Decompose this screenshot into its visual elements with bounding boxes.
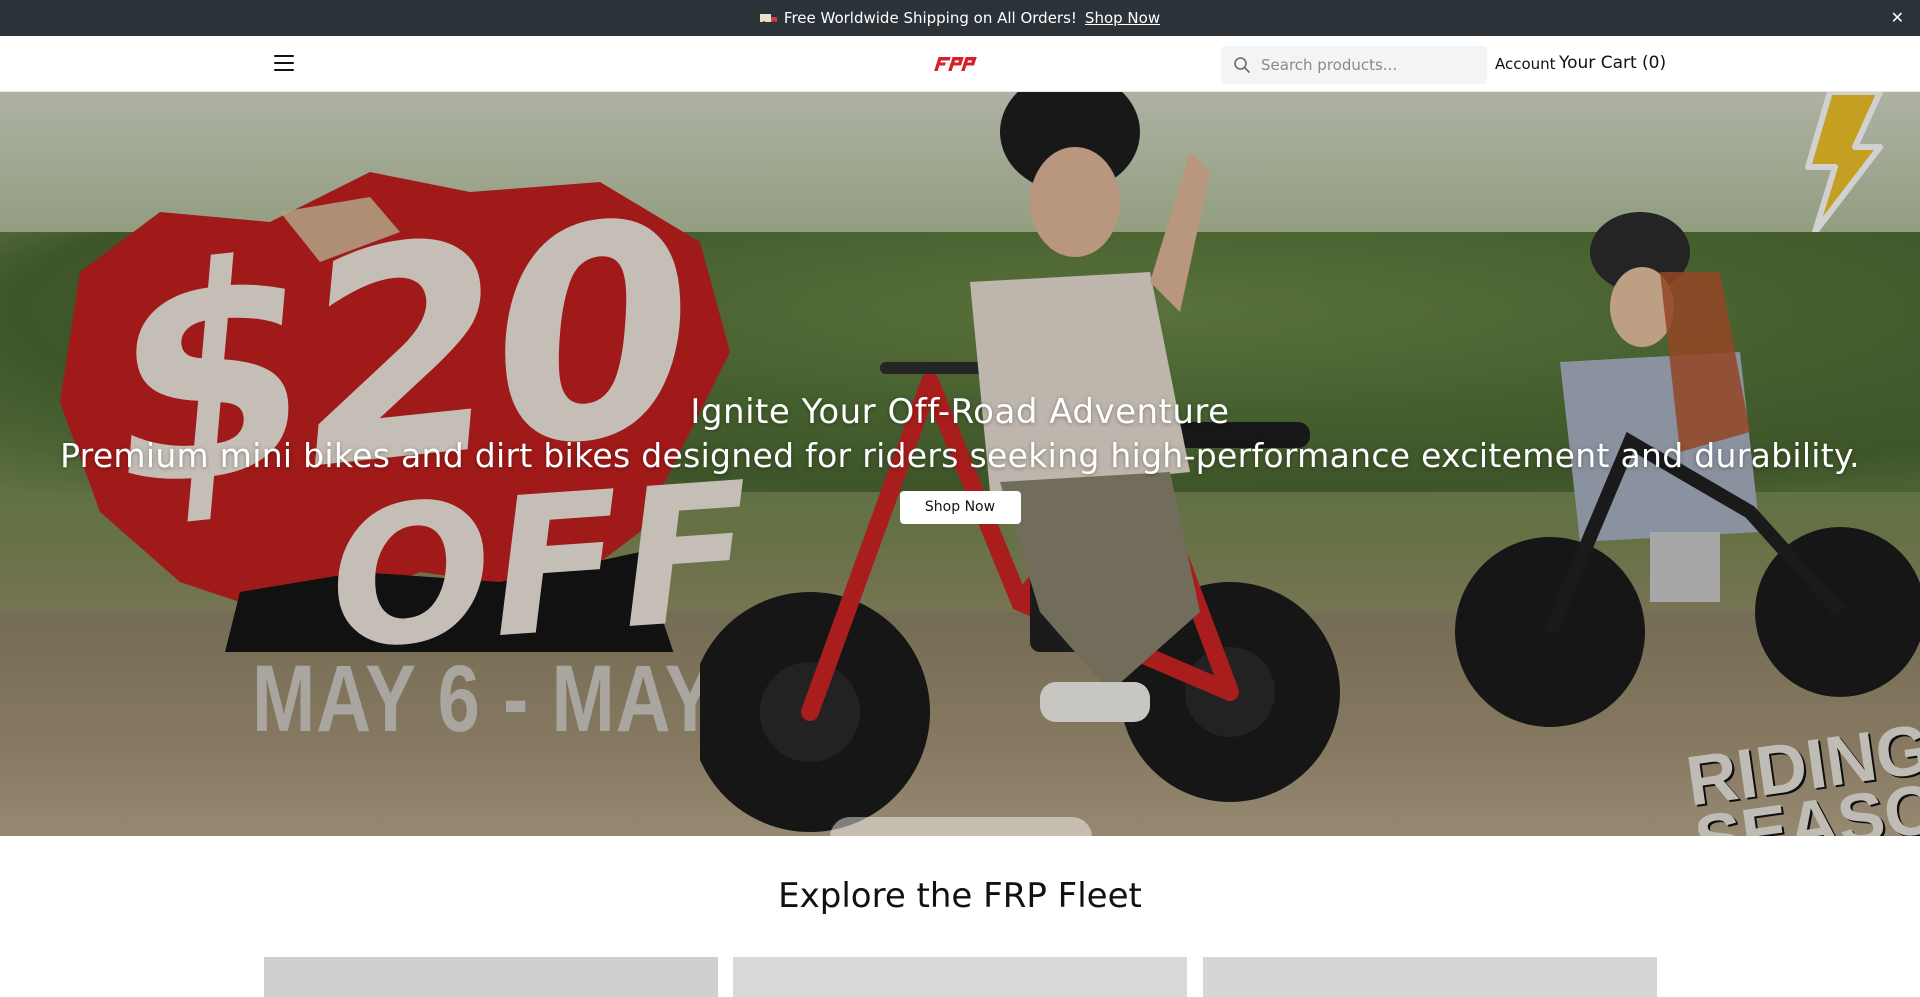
frp-logo[interactable]: [934, 53, 986, 75]
announcement-shop-now-link[interactable]: Shop Now: [1085, 9, 1160, 27]
hero-title: Ignite Your Off-Road Adventure: [690, 392, 1230, 432]
cart-link[interactable]: Your Cart (0): [1559, 53, 1666, 73]
account-link[interactable]: Account: [1495, 55, 1556, 73]
search-icon: [1234, 57, 1250, 73]
hero-banner: $20 OFF MAY 6 - MAY 9 RIDING SEASON Igni…: [0, 92, 1920, 836]
hero-shop-now-button[interactable]: Shop Now: [899, 491, 1021, 524]
fleet-card[interactable]: [264, 957, 718, 997]
hero-copy: Ignite Your Off-Road Adventure Premium m…: [0, 392, 1920, 524]
site-header: Account Your Cart (0): [0, 36, 1920, 92]
search-input[interactable]: [1261, 56, 1471, 74]
announcement-bar: Free Worldwide Shipping on All Orders! S…: [0, 0, 1920, 36]
carousel-indicator[interactable]: [830, 817, 1092, 836]
close-icon[interactable]: ✕: [1891, 8, 1904, 27]
truck-icon: [759, 14, 777, 25]
hamburger-menu-icon[interactable]: [274, 55, 294, 71]
search-box[interactable]: [1221, 46, 1487, 84]
fleet-card[interactable]: [733, 957, 1187, 997]
fleet-card[interactable]: [1203, 957, 1657, 997]
hero-subtitle: Premium mini bikes and dirt bikes design…: [60, 436, 1860, 475]
explore-section-title: Explore the FRP Fleet: [778, 876, 1142, 916]
announcement-text: Free Worldwide Shipping on All Orders!: [783, 9, 1077, 27]
